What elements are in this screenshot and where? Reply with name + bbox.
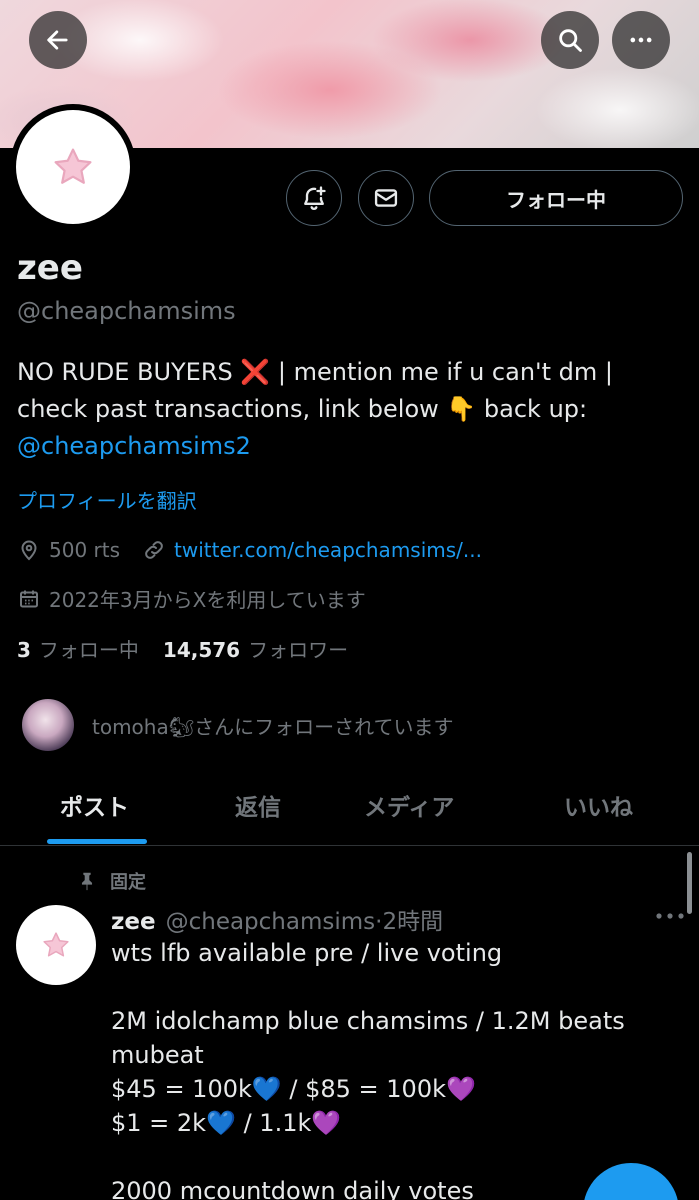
followed-by-text: tomoha🐿さんにフォローされています bbox=[92, 714, 454, 739]
following-label: フォロー中 bbox=[38, 638, 139, 662]
pinned-label-row: 固定 bbox=[76, 868, 146, 894]
more-button[interactable] bbox=[612, 11, 670, 69]
post-text: wts lfb available pre / live voting 2M i… bbox=[111, 939, 625, 1200]
following-count-link[interactable]: 3 フォロー中 bbox=[17, 634, 139, 663]
followers-count-link[interactable]: 14,576 フォロワー bbox=[163, 634, 348, 663]
tab-media[interactable]: メディア bbox=[364, 788, 454, 822]
user-handle: @cheapchamsims bbox=[17, 297, 236, 325]
calendar-icon bbox=[20, 590, 38, 607]
bio-text: NO RUDE BUYERS ❌ | mention me if u can't… bbox=[17, 358, 614, 423]
active-tab-indicator bbox=[47, 839, 147, 844]
location-pin-icon bbox=[21, 540, 37, 561]
profile-meta-row: 500 rts twitter.com/cheapchamsims/... bbox=[17, 538, 482, 562]
post-more-icon[interactable] bbox=[653, 906, 687, 926]
following-count: 3 bbox=[17, 638, 31, 662]
arrow-left-icon bbox=[47, 30, 68, 50]
message-button[interactable] bbox=[358, 170, 414, 226]
website-link[interactable]: twitter.com/cheapchamsims/... bbox=[174, 538, 482, 562]
location-text: 500 rts bbox=[49, 538, 121, 562]
joined-row: 2022年3月からXを利用しています bbox=[17, 584, 366, 613]
pink-star-icon bbox=[43, 932, 69, 957]
pin-icon bbox=[81, 872, 93, 891]
scrollbar[interactable] bbox=[687, 852, 692, 914]
display-name: zee bbox=[17, 248, 83, 288]
profile-tabs: ポスト 返信 メディア いいね bbox=[0, 766, 699, 846]
followers-label: フォロワー bbox=[248, 638, 349, 662]
post-author-name[interactable]: zee bbox=[111, 909, 156, 935]
envelope-icon bbox=[374, 189, 398, 207]
follow-counts: 3 フォロー中 14,576 フォロワー bbox=[17, 634, 348, 663]
translate-profile-link[interactable]: プロフィールを翻訳 bbox=[17, 485, 197, 514]
pink-star-icon bbox=[54, 148, 92, 184]
link-icon bbox=[145, 541, 163, 559]
follower-avatar bbox=[20, 697, 76, 753]
back-button[interactable] bbox=[29, 11, 87, 69]
tab-replies[interactable]: 返信 bbox=[235, 788, 281, 822]
post-time: ·2時間 bbox=[375, 909, 444, 935]
more-horizontal-icon bbox=[630, 37, 652, 43]
post-author-handle[interactable]: @cheapchamsims bbox=[166, 909, 376, 935]
tab-likes[interactable]: いいね bbox=[564, 788, 633, 822]
pinned-label: 固定 bbox=[110, 872, 146, 893]
followers-count: 14,576 bbox=[162, 638, 241, 662]
post-author-avatar[interactable] bbox=[16, 905, 96, 985]
profile-bio: NO RUDE BUYERS ❌ | mention me if u can't… bbox=[17, 354, 687, 465]
bio-mention-link[interactable]: @cheapchamsims2 bbox=[17, 432, 251, 460]
post-header: zee @cheapchamsims ·2時間 bbox=[111, 902, 443, 936]
notify-button[interactable] bbox=[286, 170, 342, 226]
followed-by-row[interactable]: tomoha🐿さんにフォローされています bbox=[20, 697, 454, 753]
tab-posts[interactable]: ポスト bbox=[60, 788, 129, 822]
joined-text: 2022年3月からXを利用しています bbox=[49, 588, 366, 612]
following-button[interactable]: フォロー中 bbox=[429, 170, 683, 226]
search-button[interactable] bbox=[541, 11, 599, 69]
profile-avatar[interactable] bbox=[10, 104, 136, 230]
search-icon bbox=[559, 29, 582, 52]
bell-plus-icon bbox=[304, 186, 326, 210]
